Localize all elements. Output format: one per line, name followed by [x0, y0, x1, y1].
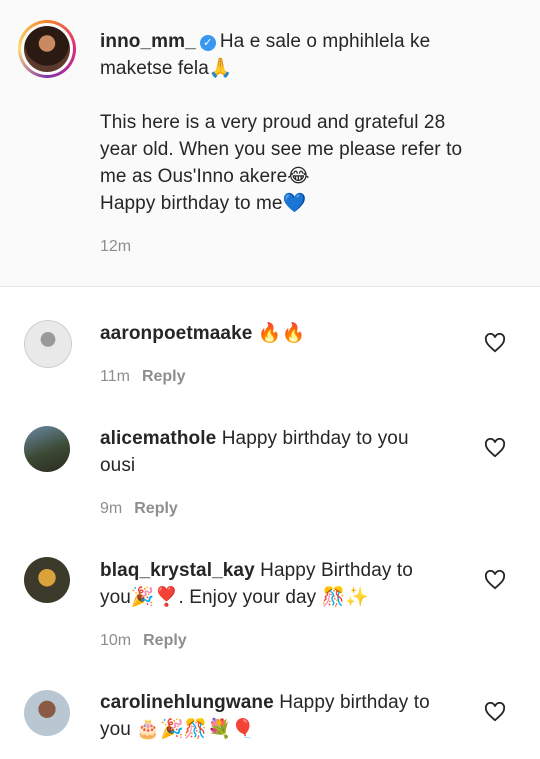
caption-line-6: Happy birthday to me💙: [100, 193, 307, 214]
post-timestamp: 12m: [100, 238, 132, 255]
caption-text: inno_mm_ ✓ Ha e sale o mphihlela ke makets…: [100, 28, 520, 217]
avatar-ring-gap: [21, 23, 73, 75]
comment-body: Happy Birthday to: [260, 560, 413, 581]
comment-text: aaronpoetmaake 🔥🔥: [100, 320, 460, 347]
comment-body-line-2: you 🎂🎉🎊💐🎈: [100, 719, 256, 740]
post-author-avatar[interactable]: [18, 20, 76, 78]
comment-time: 11m: [100, 368, 130, 385]
comment-meta: 10m Reply: [100, 632, 187, 650]
caption-line-1: Ha e sale o mphihlela ke: [219, 31, 431, 52]
comment-meta: 11m Reply: [100, 368, 186, 386]
comment-body-line-2: ousi: [100, 455, 136, 476]
caption-line-2: maketse fela🙏: [100, 58, 233, 79]
comment-text: blaq_krystal_kay Happy Birthday to you🎉❣…: [100, 557, 460, 611]
comment-body: Happy birthday to: [279, 692, 430, 713]
comment-text: alicemathole Happy birthday to you ousi: [100, 425, 460, 479]
comment-username[interactable]: aaronpoetmaake: [100, 323, 252, 344]
avatar-photo: [24, 26, 70, 72]
comment-body-line-2: you🎉❣️. Enjoy your day 🎊✨: [100, 587, 370, 608]
comment-body: Happy birthday to you: [221, 428, 409, 449]
comment-avatar[interactable]: [24, 690, 70, 736]
verified-badge-icon: ✓: [199, 35, 216, 51]
like-heart-icon[interactable]: [484, 438, 506, 458]
comment-avatar[interactable]: [24, 426, 70, 472]
reply-button[interactable]: Reply: [142, 368, 186, 385]
caption-line-5: me as Ous'Inno akere😂: [100, 166, 310, 187]
comment-time: 10m: [100, 632, 132, 649]
comment-username[interactable]: blaq_krystal_kay: [100, 560, 255, 581]
like-heart-icon[interactable]: [484, 333, 506, 353]
comment-text: carolinehlungwane Happy birthday to you …: [100, 689, 470, 743]
comment-body: 🔥🔥: [257, 323, 306, 344]
comment-avatar[interactable]: [24, 557, 70, 603]
comment-username[interactable]: alicemathole: [100, 428, 216, 449]
caption-line-3: This here is a very proud and grateful 2…: [100, 112, 446, 133]
divider: [0, 286, 540, 287]
comment-time: 9m: [100, 500, 123, 517]
comment-meta: 9m Reply: [100, 500, 178, 518]
like-heart-icon[interactable]: [484, 570, 506, 590]
comment-avatar[interactable]: [24, 320, 72, 368]
reply-button[interactable]: Reply: [134, 500, 178, 517]
reply-button[interactable]: Reply: [143, 632, 187, 649]
like-heart-icon[interactable]: [484, 702, 506, 722]
caption-line-4: year old. When you see me please refer t…: [100, 139, 463, 160]
comment-username[interactable]: carolinehlungwane: [100, 692, 274, 713]
post-author-username[interactable]: inno_mm_: [100, 31, 196, 52]
